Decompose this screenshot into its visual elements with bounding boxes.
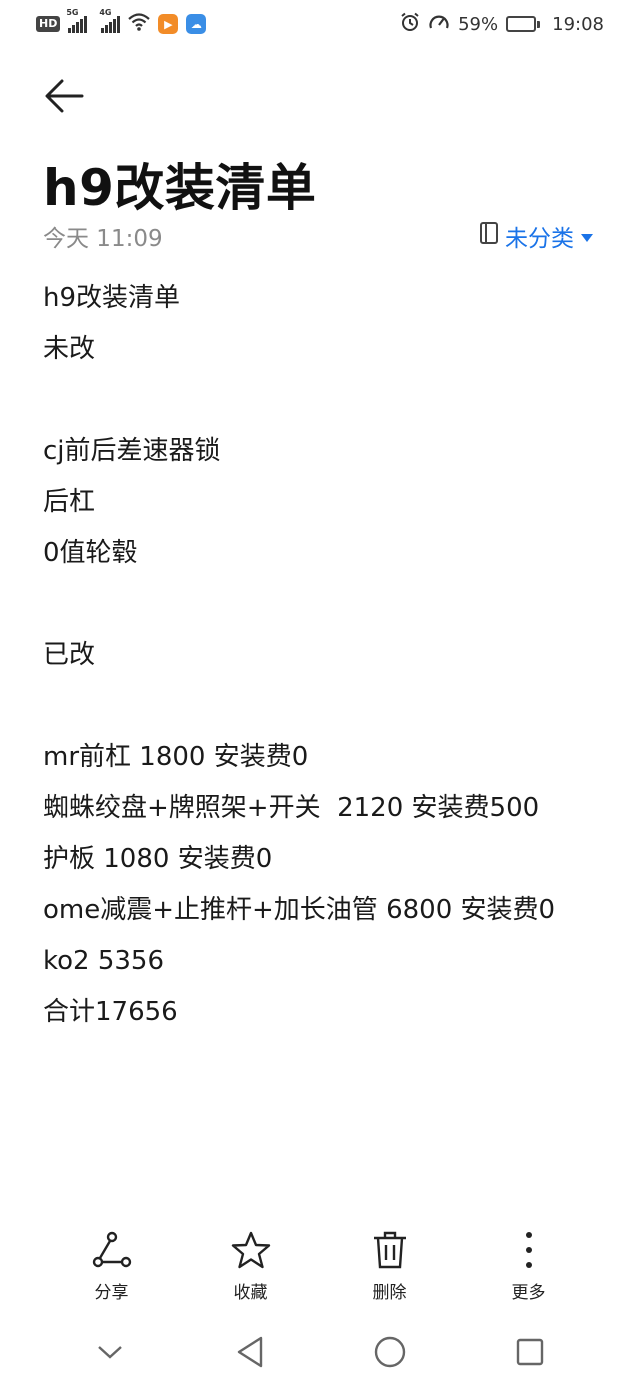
clock: 19:08	[552, 13, 604, 35]
trash-icon	[370, 1228, 410, 1272]
favorite-button[interactable]: 收藏	[191, 1228, 311, 1312]
share-icon	[92, 1228, 132, 1272]
note-line: 护板 1080 安装费0	[43, 844, 273, 874]
triangle-back-icon	[236, 1336, 264, 1372]
square-recents-icon	[516, 1338, 544, 1370]
wifi-icon	[128, 12, 151, 36]
nav-collapse-button[interactable]	[80, 1324, 140, 1384]
more-button[interactable]: 更多	[469, 1228, 589, 1312]
back-button[interactable]	[38, 74, 90, 122]
category-label: 未分类	[505, 226, 574, 252]
delete-button[interactable]: 删除	[330, 1228, 450, 1312]
more-label: 更多	[511, 1283, 546, 1303]
cloud-app-icon: ☁	[186, 14, 207, 34]
note-line: 未改	[43, 334, 96, 364]
category-selector[interactable]: 未分类	[479, 219, 594, 253]
arrow-left-icon	[44, 79, 84, 117]
note-title[interactable]: h9改装清单	[43, 148, 316, 220]
status-right: 59% 19:08	[400, 12, 604, 37]
note-line: mr前杠 1800 安装费0	[43, 742, 309, 772]
circle-home-icon	[374, 1336, 406, 1372]
note-body[interactable]: h9改装清单 未改 cj前后差速器锁 后杠 0值轮毂已改 mr前杠 1800 安装费0 蜘蛛…	[43, 278, 603, 1043]
note-line: 已改	[43, 640, 96, 670]
chevron-down-icon	[97, 1344, 123, 1364]
share-button[interactable]: 分享	[52, 1228, 172, 1312]
note-line: 合计17656	[43, 997, 178, 1027]
delete-label: 删除	[372, 1283, 407, 1303]
notes-screen: HD 5G 4G ▶ ☁ 59% 19:08 h9改装清单 今天 11:09 未…	[0, 0, 640, 1387]
signal-5g-icon: 5G	[66, 8, 88, 33]
battery-icon	[506, 16, 541, 32]
battery-percent: 59%	[458, 13, 499, 35]
note-line: ko2 5356	[43, 946, 165, 976]
alarm-icon	[400, 12, 420, 37]
caret-down-icon	[580, 223, 594, 249]
note-line: 后杠	[43, 487, 96, 517]
speed-gauge-icon	[428, 12, 450, 37]
notebook-icon	[479, 221, 499, 251]
note-line: cj前后差速器锁	[43, 436, 221, 466]
favorite-label: 收藏	[233, 1283, 268, 1303]
bottom-toolbar: 分享 收藏 删除 更多	[0, 1228, 640, 1312]
status-bar: HD 5G 4G ▶ ☁ 59% 19:08	[0, 0, 640, 48]
note-line: ome减震+止推杆+加长油管 6800 安装费0	[43, 895, 556, 925]
note-line: 0值轮毂	[43, 538, 138, 568]
hd-badge: HD	[36, 16, 61, 32]
note-line: 蜘蛛绞盘+牌照架+开关 2120 安装费500	[43, 793, 540, 823]
nav-recents-button[interactable]	[500, 1324, 560, 1384]
video-app-icon: ▶	[158, 14, 179, 34]
signal-4g-icon: 4G	[99, 8, 121, 33]
share-label: 分享	[94, 1283, 129, 1303]
star-icon	[231, 1228, 271, 1272]
nav-home-button[interactable]	[360, 1324, 420, 1384]
more-vertical-icon	[524, 1228, 534, 1272]
system-nav-bar	[0, 1320, 640, 1387]
note-timestamp: 今天 11:09	[43, 226, 163, 252]
nav-back-button[interactable]	[220, 1324, 280, 1384]
note-line: h9改装清单	[43, 283, 181, 313]
status-left: HD 5G 4G ▶ ☁	[36, 8, 207, 36]
